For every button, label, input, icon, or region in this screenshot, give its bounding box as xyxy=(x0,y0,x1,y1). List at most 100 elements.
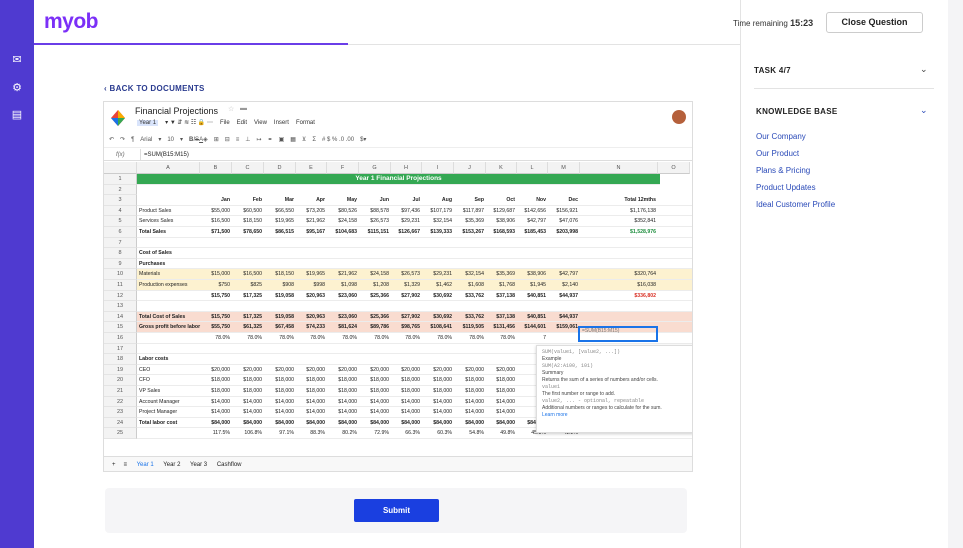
cell[interactable]: 78.0% xyxy=(232,333,264,344)
cell[interactable]: $18,000 xyxy=(200,375,232,386)
cell[interactable]: 78.0% xyxy=(486,333,517,344)
font-select[interactable]: Arial xyxy=(140,137,152,143)
cell[interactable]: $18,000 xyxy=(422,386,454,397)
cell[interactable]: 72.9% xyxy=(359,428,391,439)
cell[interactable]: $55,000 xyxy=(200,206,232,217)
cell[interactable]: $18,150 xyxy=(264,269,296,280)
cell[interactable]: $55,750 xyxy=(200,322,232,333)
cell[interactable]: $60,500 xyxy=(232,206,264,217)
cell[interactable]: $33,762 xyxy=(454,291,486,302)
paint-format-icon[interactable]: ¶ xyxy=(131,137,134,143)
cell[interactable]: $18,000 xyxy=(296,375,327,386)
cell[interactable]: Total Cost of Sales xyxy=(139,312,185,323)
cell[interactable]: $14,000 xyxy=(486,397,517,408)
cell[interactable]: $38,906 xyxy=(517,269,548,280)
cell[interactable]: $86,515 xyxy=(264,227,296,238)
row-number[interactable]: 9 xyxy=(104,258,137,270)
kb-link-our-company[interactable]: Our Company xyxy=(756,132,806,141)
cell[interactable]: 97.1% xyxy=(264,428,296,439)
cell[interactable]: $37,138 xyxy=(486,312,517,323)
menu-view[interactable]: View xyxy=(254,120,267,126)
cell[interactable]: $42,797 xyxy=(548,269,580,280)
column-header[interactable]: M xyxy=(548,162,580,174)
cell[interactable]: 78.0% xyxy=(296,333,327,344)
cell[interactable]: Labor costs xyxy=(139,354,168,365)
mail-icon[interactable]: ✉ xyxy=(9,53,25,67)
folder-icon[interactable]: ▬ xyxy=(240,105,247,112)
tools-icon[interactable]: ⚙ xyxy=(9,81,25,95)
cell[interactable]: $16,500 xyxy=(232,269,264,280)
cell[interactable]: $352,841 xyxy=(580,216,658,227)
cell[interactable]: $18,000 xyxy=(264,375,296,386)
functions-icon[interactable]: Σ xyxy=(312,137,316,143)
menu-insert[interactable]: Insert xyxy=(274,120,289,126)
cell[interactable]: $15,750 xyxy=(200,312,232,323)
cell[interactable]: $25,366 xyxy=(359,312,391,323)
formula-bar[interactable]: f(x) =SUM(B15:M15) xyxy=(104,149,692,161)
scrollbar[interactable] xyxy=(948,0,963,548)
cell[interactable]: May xyxy=(327,195,359,206)
cell[interactable]: $14,000 xyxy=(200,407,232,418)
cell[interactable]: CEO xyxy=(139,365,150,376)
undo-icon[interactable]: ↶ xyxy=(109,137,114,143)
cell[interactable]: $18,000 xyxy=(486,386,517,397)
row-number[interactable]: 17 xyxy=(104,343,137,355)
cell[interactable]: 49.8% xyxy=(486,428,517,439)
cell[interactable]: 78.0% xyxy=(264,333,296,344)
cell[interactable]: $185,453 xyxy=(517,227,548,238)
cell[interactable]: $1,329 xyxy=(391,280,422,291)
cell[interactable]: $18,000 xyxy=(264,386,296,397)
cell[interactable]: Product Sales xyxy=(139,206,171,217)
column-header[interactable]: G xyxy=(359,162,391,174)
cell[interactable]: $1,608 xyxy=(454,280,486,291)
cell[interactable]: $998 xyxy=(296,280,327,291)
font-size-select[interactable]: 10 xyxy=(167,137,174,143)
cell[interactable]: $30,692 xyxy=(422,312,454,323)
cell[interactable]: 78.0% xyxy=(200,333,232,344)
cell[interactable]: $21,962 xyxy=(296,216,327,227)
cell[interactable]: $37,138 xyxy=(486,291,517,302)
cell[interactable]: $84,000 xyxy=(296,418,327,429)
cell[interactable]: $18,000 xyxy=(391,386,422,397)
cell[interactable]: Oct xyxy=(486,195,517,206)
avatar[interactable] xyxy=(672,110,686,124)
cell[interactable]: 106.8% xyxy=(232,428,264,439)
cell[interactable]: 117.5% xyxy=(200,428,232,439)
cell[interactable] xyxy=(548,333,580,344)
cell[interactable]: $20,963 xyxy=(296,312,327,323)
cell[interactable]: $14,000 xyxy=(264,397,296,408)
column-header[interactable]: O xyxy=(658,162,690,174)
cell[interactable]: $84,000 xyxy=(391,418,422,429)
row-number[interactable]: 20 xyxy=(104,375,137,386)
cell[interactable]: $84,000 xyxy=(422,418,454,429)
cell[interactable]: $1,208 xyxy=(359,280,391,291)
cell[interactable]: $19,965 xyxy=(296,269,327,280)
cell[interactable]: $18,000 xyxy=(359,375,391,386)
cell[interactable]: $20,000 xyxy=(391,365,422,376)
cell[interactable]: 78.0% xyxy=(359,333,391,344)
cell[interactable]: $40,851 xyxy=(517,291,548,302)
cell[interactable]: $32,154 xyxy=(454,269,486,280)
row-number[interactable]: 5 xyxy=(104,216,137,227)
row-number[interactable]: 21 xyxy=(104,386,137,397)
fill-color-icon[interactable]: ◈ xyxy=(203,137,208,143)
column-header[interactable]: K xyxy=(486,162,517,174)
cell[interactable]: CFO xyxy=(139,375,150,386)
cell[interactable]: Materials xyxy=(139,269,160,280)
cell[interactable]: $20,000 xyxy=(486,365,517,376)
cell[interactable]: $84,000 xyxy=(454,418,486,429)
tab-year2[interactable]: Year 2 xyxy=(163,462,180,468)
cell[interactable]: $33,762 xyxy=(454,312,486,323)
cell[interactable]: $14,000 xyxy=(359,407,391,418)
cell[interactable]: $203,998 xyxy=(548,227,580,238)
learn-more-link[interactable]: Learn more xyxy=(542,412,568,418)
column-header[interactable]: A xyxy=(137,162,200,174)
cell[interactable]: $14,000 xyxy=(422,407,454,418)
cell[interactable]: Aug xyxy=(422,195,454,206)
cell[interactable]: $23,060 xyxy=(327,312,359,323)
row-number[interactable]: 11 xyxy=(104,280,137,291)
cell[interactable]: Mar xyxy=(264,195,296,206)
column-header[interactable]: I xyxy=(422,162,454,174)
cell[interactable]: $19,058 xyxy=(264,291,296,302)
cell[interactable]: $18,000 xyxy=(391,375,422,386)
